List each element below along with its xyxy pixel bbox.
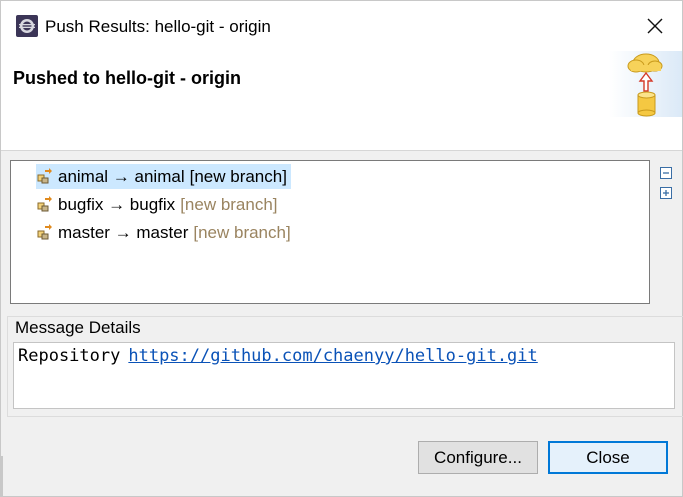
result-row[interactable]: master → master [new branch] [36, 220, 295, 245]
result-status: [new branch] [193, 222, 291, 242]
push-ref-icon [37, 168, 52, 184]
result-label: master → master [58, 222, 189, 242]
push-ref-icon [37, 224, 52, 240]
push-results-tree[interactable]: animal → animal [new branch] bugfix → bu… [10, 160, 650, 304]
repository-label: Repository [18, 346, 121, 366]
result-status: [new branch] [180, 194, 278, 214]
title-bar[interactable]: Push Results: hello-git - origin [1, 1, 682, 51]
message-details-label: Message Details [15, 318, 141, 337]
window-border [1, 456, 3, 496]
collapse-all-icon[interactable] [659, 166, 673, 180]
cloud-upload-database-icon [609, 51, 682, 117]
configure-button[interactable]: Configure... [418, 441, 538, 474]
result-row[interactable]: animal → animal [new branch] [36, 164, 291, 189]
close-icon[interactable] [644, 15, 666, 37]
header-banner: Pushed to hello-git - origin [1, 51, 682, 151]
push-ref-icon [37, 196, 52, 212]
result-label: animal → animal [58, 166, 185, 186]
push-results-dialog: Push Results: hello-git - origin Pushed … [0, 0, 683, 497]
result-status: [new branch] [189, 166, 287, 186]
eclipse-icon [16, 15, 38, 37]
expand-all-icon[interactable] [659, 186, 673, 200]
repository-link[interactable]: https://github.com/chaenyy/hello-git.git [128, 346, 537, 366]
result-row[interactable]: bugfix → bugfix [new branch] [36, 192, 282, 217]
header-title: Pushed to hello-git - origin [13, 68, 241, 88]
close-button[interactable]: Close [548, 441, 668, 474]
message-details-text[interactable]: Repository https://github.com/chaenyy/hel… [13, 342, 675, 409]
window-title: Push Results: hello-git - origin [45, 17, 271, 36]
result-label: bugfix → bugfix [58, 194, 176, 214]
